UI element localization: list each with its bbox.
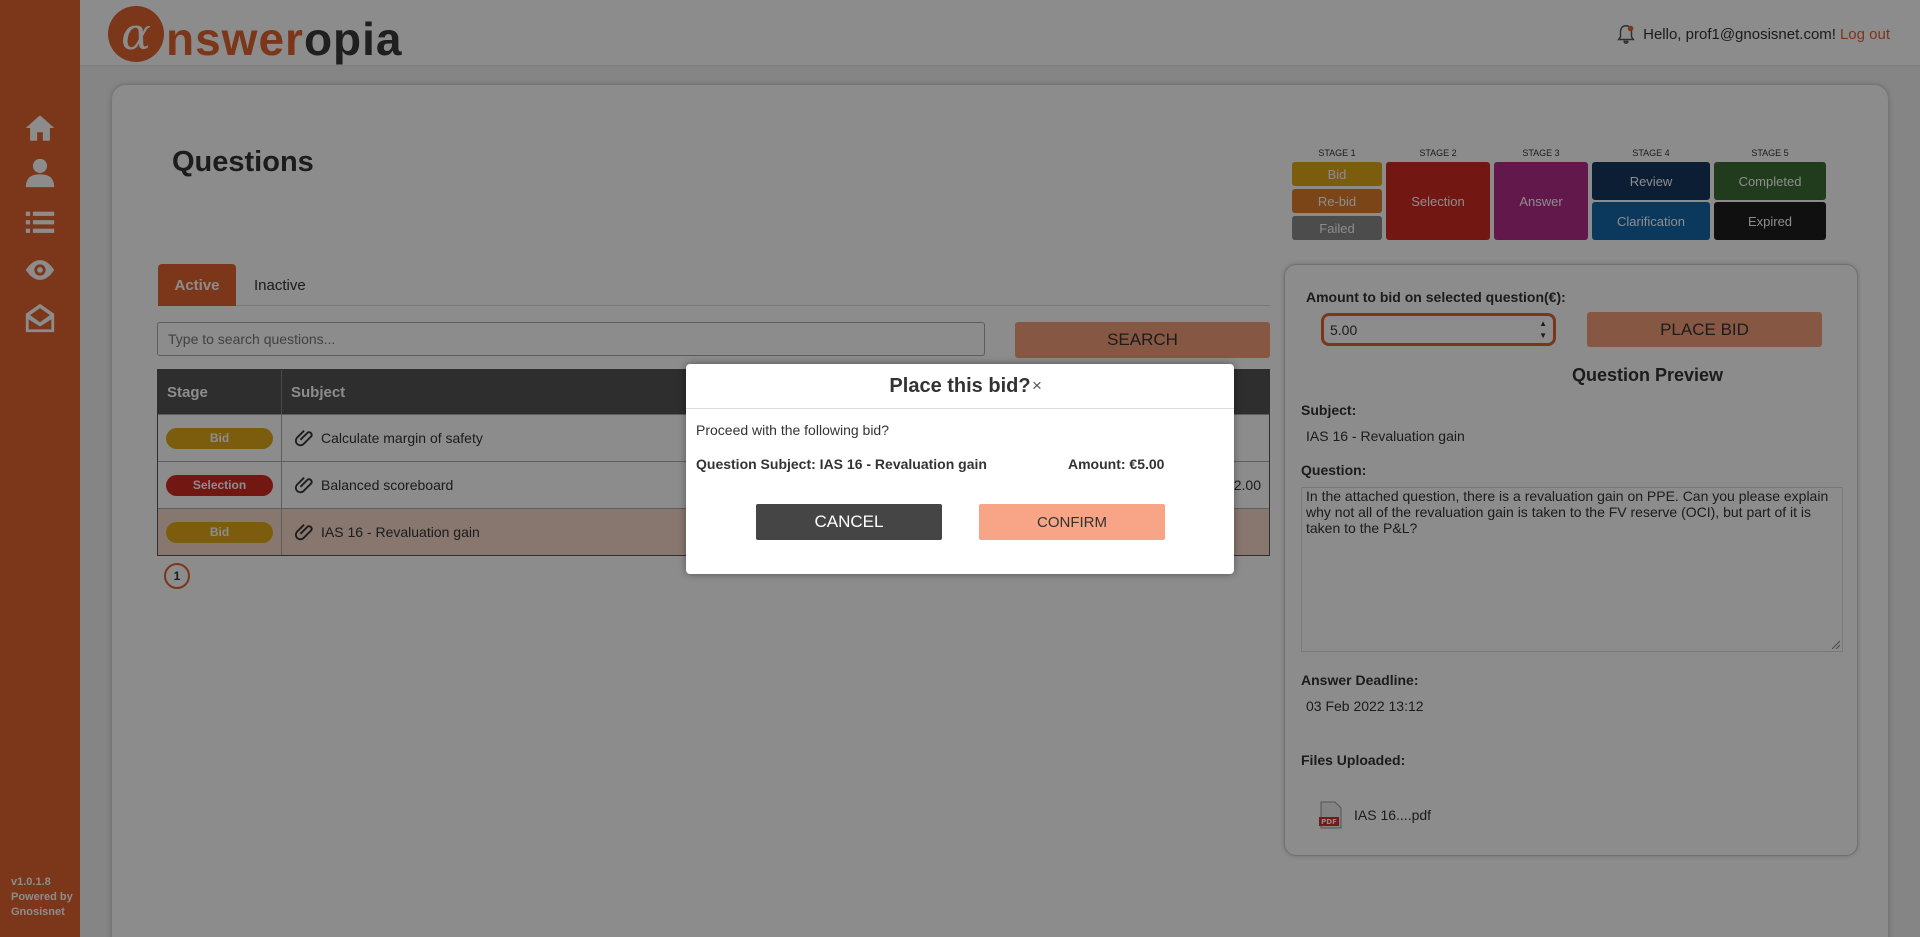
modal-question-subject: Question Subject: IAS 16 - Revaluation g… [696, 456, 987, 472]
modal-message: Proceed with the following bid? [696, 422, 890, 438]
confirm-bid-dialog: Place this bid? × Proceed with the follo… [686, 364, 1234, 574]
close-icon[interactable]: × [1032, 376, 1042, 396]
modal-title: Place this bid? [889, 374, 1031, 397]
confirm-button[interactable]: CONFIRM [979, 504, 1165, 540]
cancel-button[interactable]: CANCEL [756, 504, 942, 540]
modal-amount: Amount: €5.00 [1068, 456, 1165, 472]
modal-header: Place this bid? × [686, 364, 1234, 409]
